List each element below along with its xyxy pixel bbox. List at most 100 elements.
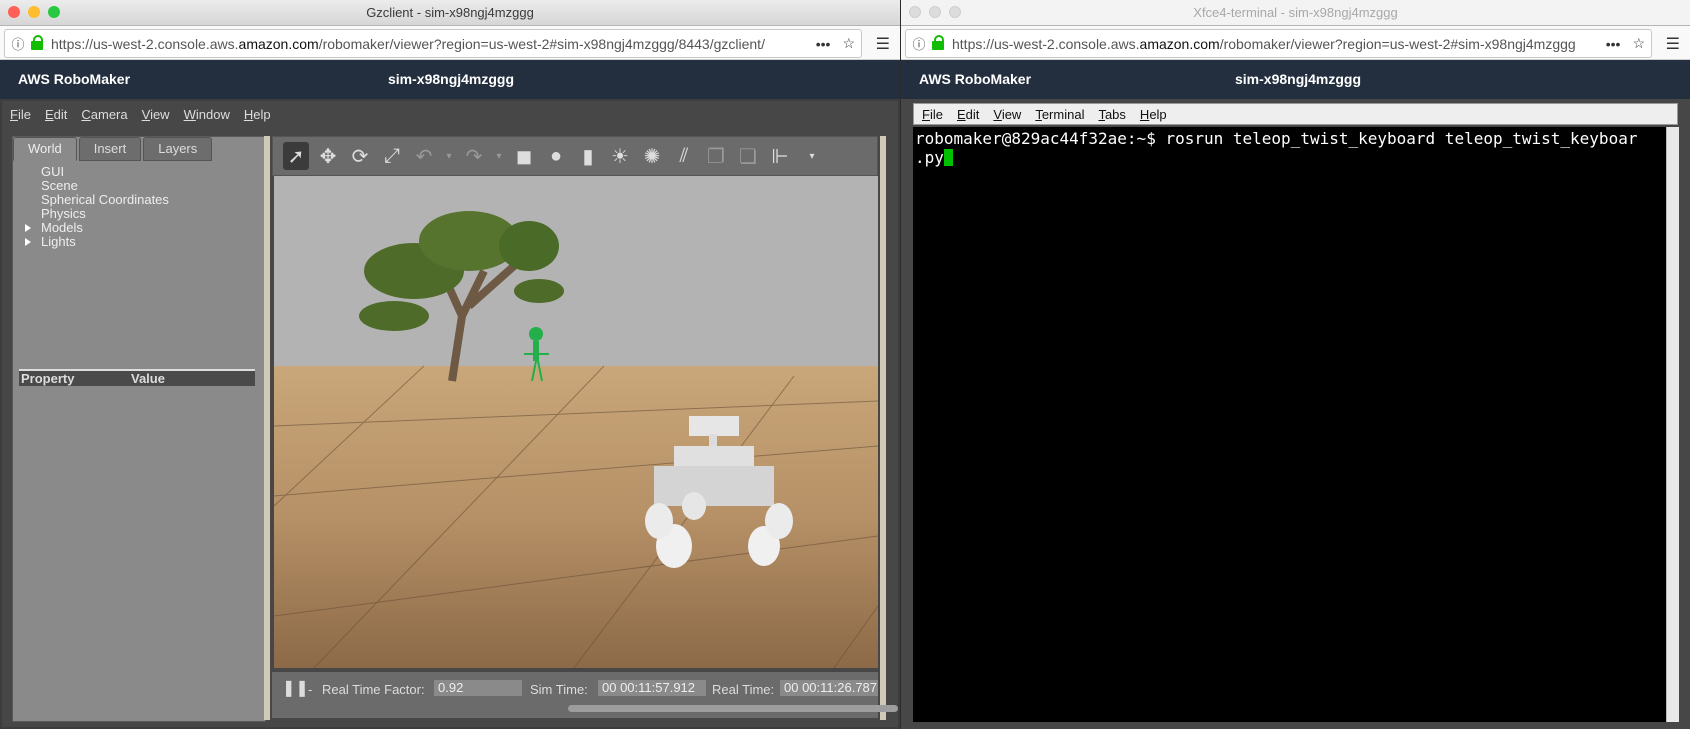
pause-icon[interactable]: ❚❚: [282, 678, 309, 698]
url-field[interactable]: ⓘ https://us-west-2.console.aws.amazon.c…: [4, 29, 862, 58]
menu-help[interactable]: Help: [244, 107, 271, 122]
url-text[interactable]: https://us-west-2.console.aws.amazon.com…: [51, 36, 810, 52]
select-mode-icon[interactable]: ➚: [283, 142, 309, 170]
bookmark-star-icon[interactable]: ☆: [1626, 35, 1651, 52]
horizontal-scrollbar[interactable]: [568, 705, 898, 712]
aws-header: AWS RoboMaker sim-x98ngj4mzggg: [0, 60, 900, 99]
terminal-cursor: [943, 149, 953, 166]
aws-robomaker-logo[interactable]: AWS RoboMaker: [18, 71, 130, 87]
rotate-mode-icon[interactable]: ⟳: [347, 142, 373, 170]
bookmark-star-icon[interactable]: ☆: [836, 35, 861, 52]
tab-layers[interactable]: Layers: [143, 137, 213, 161]
hamburger-menu-icon[interactable]: ☰: [876, 34, 890, 54]
menu-edit[interactable]: Edit: [45, 107, 67, 122]
real-time-value: 00 00:11:26.787: [780, 680, 878, 696]
simulation-id: sim-x98ngj4mzggg: [388, 71, 515, 87]
world-panel: World Insert Layers GUI Scene Spherical …: [12, 136, 266, 722]
simulation-id: sim-x98ngj4mzggg: [1235, 71, 1362, 87]
sim-time-label: Sim Time:: [530, 682, 588, 697]
world-tree: GUI Scene Spherical Coordinates Physics …: [23, 165, 169, 249]
gzclient-browser-window: Gzclient - sim-x98ngj4mzggg ⓘ https://us…: [0, 0, 900, 729]
aws-robomaker-logo[interactable]: AWS RoboMaker: [919, 71, 1031, 87]
address-bar: ⓘ https://us-west-2.console.aws.amazon.c…: [0, 26, 900, 60]
xfce-terminal: File Edit View Terminal Tabs Help roboma…: [901, 99, 1690, 729]
real-time-label: Real Time:: [712, 682, 775, 697]
expand-arrow-icon[interactable]: [25, 238, 31, 246]
terminal-line: robomaker@829ac44f32ae:~$ rosrun teleop_…: [915, 129, 1638, 148]
zoom-window-icon[interactable]: [949, 6, 961, 18]
menu-view[interactable]: View: [993, 107, 1021, 122]
terminal-screen[interactable]: robomaker@829ac44f32ae:~$ rosrun teleop_…: [913, 127, 1666, 722]
tree-item-models[interactable]: Models: [23, 221, 169, 235]
redo-dropdown-icon[interactable]: ▾: [493, 142, 505, 170]
menu-help[interactable]: Help: [1140, 107, 1167, 122]
minimize-window-icon[interactable]: [28, 6, 40, 18]
page-actions-icon[interactable]: •••: [810, 36, 837, 52]
hamburger-menu-icon[interactable]: ☰: [1666, 34, 1680, 54]
3d-viewport[interactable]: [274, 176, 878, 668]
step-icon[interactable]: ‐: [308, 682, 312, 697]
tree-item-lights[interactable]: Lights: [23, 235, 169, 249]
menu-file[interactable]: File: [10, 107, 31, 122]
tab-world[interactable]: World: [13, 137, 77, 161]
point-light-icon[interactable]: ☀: [607, 142, 633, 170]
tab-insert[interactable]: Insert: [78, 137, 142, 161]
page-actions-icon[interactable]: •••: [1600, 36, 1627, 52]
terminal-line: .py: [915, 148, 944, 167]
close-window-icon[interactable]: [909, 6, 921, 18]
info-icon[interactable]: ⓘ: [5, 34, 31, 53]
box-shape-icon[interactable]: ◼: [511, 142, 537, 170]
gazebo-client: File Edit Camera View Window Help World …: [0, 99, 900, 729]
gazebo-menubar: File Edit Camera View Window Help: [2, 101, 898, 127]
menu-edit[interactable]: Edit: [957, 107, 979, 122]
terminal-browser-window: Xfce4-terminal - sim-x98ngj4mzggg ⓘ http…: [901, 0, 1690, 729]
menu-tabs[interactable]: Tabs: [1098, 107, 1125, 122]
directional-light-icon[interactable]: ⫽: [671, 142, 697, 170]
url-field[interactable]: ⓘ https://us-west-2.console.aws.amazon.c…: [905, 29, 1652, 58]
property-column-header: Property: [21, 371, 75, 386]
right-splitter[interactable]: [880, 136, 886, 720]
tree-item-scene[interactable]: Scene: [23, 179, 169, 193]
zoom-window-icon[interactable]: [48, 6, 60, 18]
spot-light-icon[interactable]: ✺: [639, 142, 665, 170]
scale-mode-icon[interactable]: ⤢: [379, 142, 405, 170]
expand-arrow-icon[interactable]: [25, 224, 31, 232]
cylinder-shape-icon[interactable]: ▮: [575, 142, 601, 170]
menu-window[interactable]: Window: [184, 107, 230, 122]
undo-icon[interactable]: ↶: [411, 142, 437, 170]
paste-icon[interactable]: ❏: [735, 142, 761, 170]
info-icon[interactable]: ⓘ: [906, 34, 932, 53]
url-text[interactable]: https://us-west-2.console.aws.amazon.com…: [952, 36, 1600, 52]
terminal-scrollbar[interactable]: [1666, 127, 1679, 722]
value-column-header: Value: [131, 371, 165, 386]
redo-icon[interactable]: ↷: [461, 142, 487, 170]
align-icon[interactable]: ⊩: [767, 142, 793, 170]
undo-dropdown-icon[interactable]: ▾: [443, 142, 455, 170]
sphere-shape-icon[interactable]: ●: [543, 142, 569, 170]
tree-item-gui[interactable]: GUI: [23, 165, 169, 179]
menu-camera[interactable]: Camera: [81, 107, 127, 122]
copy-icon[interactable]: ❐: [703, 142, 729, 170]
menu-file[interactable]: File: [922, 107, 943, 122]
window-title: Gzclient - sim-x98ngj4mzggg: [366, 5, 534, 20]
sim-time-value: 00 00:11:57.912: [598, 680, 706, 696]
panel-splitter[interactable]: [264, 136, 270, 720]
menu-terminal[interactable]: Terminal: [1035, 107, 1084, 122]
tree-item-physics[interactable]: Physics: [23, 207, 169, 221]
scene-render: [274, 176, 878, 668]
lock-icon[interactable]: [932, 35, 944, 50]
toolbar-more-icon[interactable]: ▾: [799, 142, 825, 170]
real-time-factor-value: 0.92: [434, 680, 522, 696]
window-title: Xfce4-terminal - sim-x98ngj4mzggg: [1193, 5, 1398, 20]
lock-icon[interactable]: [31, 35, 43, 50]
simulation-statusbar: ❚❚ ‐ Real Time Factor: 0.92 Sim Time: 00…: [272, 672, 898, 718]
gazebo-toolbar: ➚ ✥ ⟳ ⤢ ↶ ▾ ↷ ▾ ◼ ● ▮ ☀ ✺ ⫽ ❐ ❏ ⊩ ▾: [272, 136, 878, 176]
tree-item-spherical-coordinates[interactable]: Spherical Coordinates: [23, 193, 169, 207]
menu-view[interactable]: View: [142, 107, 170, 122]
terminal-menubar: File Edit View Terminal Tabs Help: [913, 103, 1678, 125]
close-window-icon[interactable]: [8, 6, 20, 18]
translate-mode-icon[interactable]: ✥: [315, 142, 341, 170]
right-titlebar: Xfce4-terminal - sim-x98ngj4mzggg: [901, 0, 1690, 26]
minimize-window-icon[interactable]: [929, 6, 941, 18]
property-table-header: Property Value: [19, 369, 255, 386]
